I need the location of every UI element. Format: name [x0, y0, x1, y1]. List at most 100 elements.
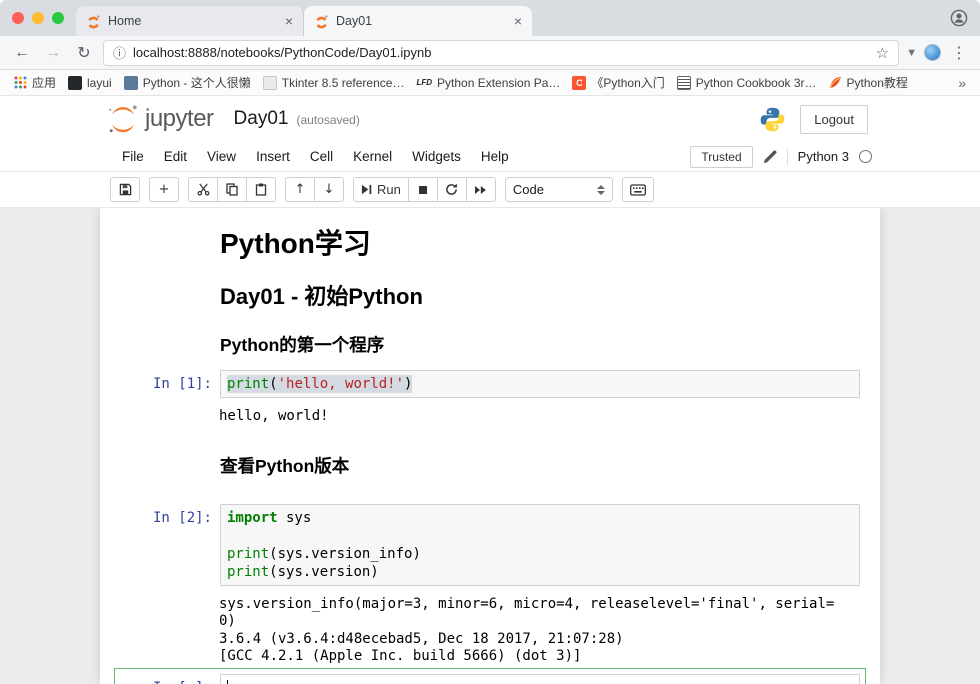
back-button[interactable]: ← [10, 41, 34, 65]
output-area-1: hello, world! [114, 404, 866, 428]
interrupt-kernel-button[interactable] [408, 177, 438, 202]
move-cell-up-button[interactable]: ↑ [285, 177, 315, 202]
paste-cell-button[interactable] [246, 177, 276, 202]
logout-button[interactable]: Logout [800, 105, 868, 134]
jupyter-favicon-icon [86, 14, 101, 29]
restart-icon [445, 183, 458, 196]
bookmark-apps[interactable]: 应用 [8, 72, 62, 93]
copy-cell-button[interactable] [217, 177, 247, 202]
markdown-cell-h1[interactable]: Python学习 [114, 222, 866, 266]
floppy-icon [119, 183, 132, 196]
code-input-1[interactable]: print('hello, world!') [220, 370, 860, 398]
plus-icon: + [159, 182, 170, 197]
command-palette-button[interactable] [622, 177, 654, 202]
menu-cell[interactable]: Cell [300, 145, 343, 168]
bookmark-label: Python - 这个人很懒 [143, 74, 251, 91]
text-cursor [227, 680, 228, 684]
copy-icon [226, 183, 238, 196]
menu-edit[interactable]: Edit [154, 145, 197, 168]
bookmark-star-icon[interactable]: ☆ [876, 44, 889, 62]
page-info-icon[interactable]: ⓘ [113, 43, 126, 62]
minimize-window-button[interactable] [32, 12, 44, 24]
paste-icon [255, 183, 267, 196]
markdown-cell-h3-second[interactable]: 查看Python版本 [114, 450, 866, 483]
close-window-button[interactable] [12, 12, 24, 24]
tab-close-icon[interactable]: × [514, 14, 522, 28]
browser-toolbar: ← → ↻ ⓘ localhost:8888/notebooks/PythonC… [0, 36, 980, 70]
tab-strip: Home × Day01 × [0, 0, 980, 36]
jupyter-header: jupyter Day01 (autosaved) Logout [0, 96, 980, 142]
move-cell-down-button[interactable]: ↓ [314, 177, 344, 202]
jupyter-menubar: File Edit View Insert Cell Kernel Widget… [0, 142, 980, 172]
cut-cell-button[interactable] [188, 177, 218, 202]
kernel-name[interactable]: Python 3 [798, 149, 849, 164]
book-favicon-icon [677, 76, 691, 90]
code-input-2[interactable]: import sys print(sys.version_info)print(… [220, 504, 860, 586]
restart-run-all-button[interactable] [466, 177, 496, 202]
markdown-cell-h3-first[interactable]: Python的第一个程序 [114, 329, 866, 362]
extension-triangle-icon[interactable]: ▼ [906, 47, 917, 59]
tab-title: Day01 [336, 14, 507, 28]
scissors-icon [197, 183, 210, 196]
tab-close-icon[interactable]: × [285, 14, 293, 28]
browser-tab-home[interactable]: Home × [76, 6, 304, 36]
restart-kernel-button[interactable] [437, 177, 467, 202]
bookmark-label: layui [87, 76, 112, 90]
autosave-status: (autosaved) [296, 113, 359, 127]
bookmark-label: Tkinter 8.5 reference… [282, 76, 405, 90]
pencil-icon [763, 150, 777, 164]
menu-widgets[interactable]: Widgets [402, 145, 471, 168]
input-prompt: In [2]: [120, 504, 220, 586]
save-button[interactable] [110, 177, 140, 202]
notebook-title[interactable]: Day01 [234, 108, 289, 130]
url-text: localhost:8888/notebooks/PythonCode/Day0… [133, 45, 869, 60]
bookmark-label: Python Extension Pa… [437, 76, 560, 90]
forward-button[interactable]: → [41, 41, 65, 65]
input-prompt: In [1]: [120, 370, 220, 398]
heading-day01: Day01 - 初始Python [220, 284, 860, 310]
code-cell-3-selected[interactable]: In [ ]: [114, 668, 866, 684]
run-icon [361, 184, 372, 195]
code-cell-1[interactable]: In [1]: print('hello, world!') [114, 364, 866, 404]
omnibox[interactable]: ⓘ localhost:8888/notebooks/PythonCode/Da… [103, 40, 899, 66]
lfd-favicon-icon: LFD [416, 76, 432, 90]
menu-file[interactable]: File [112, 145, 154, 168]
jupyter-logo-text: jupyter [145, 105, 214, 133]
jupyter-logo[interactable]: jupyter [106, 104, 214, 134]
code-cell-2[interactable]: In [2]: import sys print(sys.version_inf… [114, 498, 866, 592]
menu-view[interactable]: View [197, 145, 246, 168]
menu-help[interactable]: Help [471, 145, 519, 168]
menu-insert[interactable]: Insert [246, 145, 300, 168]
feather-favicon-icon [829, 76, 842, 89]
heading-check-version: 查看Python版本 [220, 456, 860, 477]
bookmark-python-tutorial[interactable]: Python教程 [823, 72, 914, 93]
menu-kernel[interactable]: Kernel [343, 145, 402, 168]
markdown-cell-h2[interactable]: Day01 - 初始Python [114, 278, 866, 316]
output-area-2: sys.version_info(major=3, minor=6, micro… [114, 592, 866, 668]
bookmark-python-extension[interactable]: LFD Python Extension Pa… [410, 74, 566, 92]
trusted-button[interactable]: Trusted [690, 146, 752, 168]
fast-forward-icon [474, 185, 487, 195]
bookmark-label: 《Python入门 [591, 74, 664, 91]
cell-type-dropdown[interactable]: Code [505, 177, 613, 202]
browser-menu-icon[interactable]: ⋮ [948, 43, 970, 62]
bookmarks-bar: 应用 layui Python - 这个人很懒 Tkinter 8.5 refe… [0, 70, 980, 96]
code-input-3[interactable] [220, 674, 860, 684]
bookmark-label: 应用 [32, 74, 56, 91]
browser-tab-day01[interactable]: Day01 × [304, 6, 532, 36]
bookmark-tkinter[interactable]: Tkinter 8.5 reference… [257, 74, 411, 92]
kernel-idle-indicator-icon [859, 150, 872, 163]
bookmark-python-intro[interactable]: C 《Python入门 [566, 72, 670, 93]
bookmark-layui[interactable]: layui [62, 74, 118, 92]
csdn-favicon-icon: C [572, 76, 586, 90]
bookmark-python-lazy[interactable]: Python - 这个人很懒 [118, 72, 257, 93]
bookmark-python-cookbook[interactable]: Python Cookbook 3r… [671, 74, 823, 92]
extension-globe-icon[interactable] [924, 44, 941, 61]
bookmarks-overflow-icon[interactable]: » [952, 75, 972, 91]
reload-button[interactable]: ↻ [72, 41, 96, 65]
run-cell-button[interactable]: Run [353, 177, 409, 202]
add-cell-button[interactable]: + [149, 177, 179, 202]
profile-icon[interactable] [950, 9, 968, 27]
zoom-window-button[interactable] [52, 12, 64, 24]
jupyter-logo-icon [106, 104, 140, 134]
